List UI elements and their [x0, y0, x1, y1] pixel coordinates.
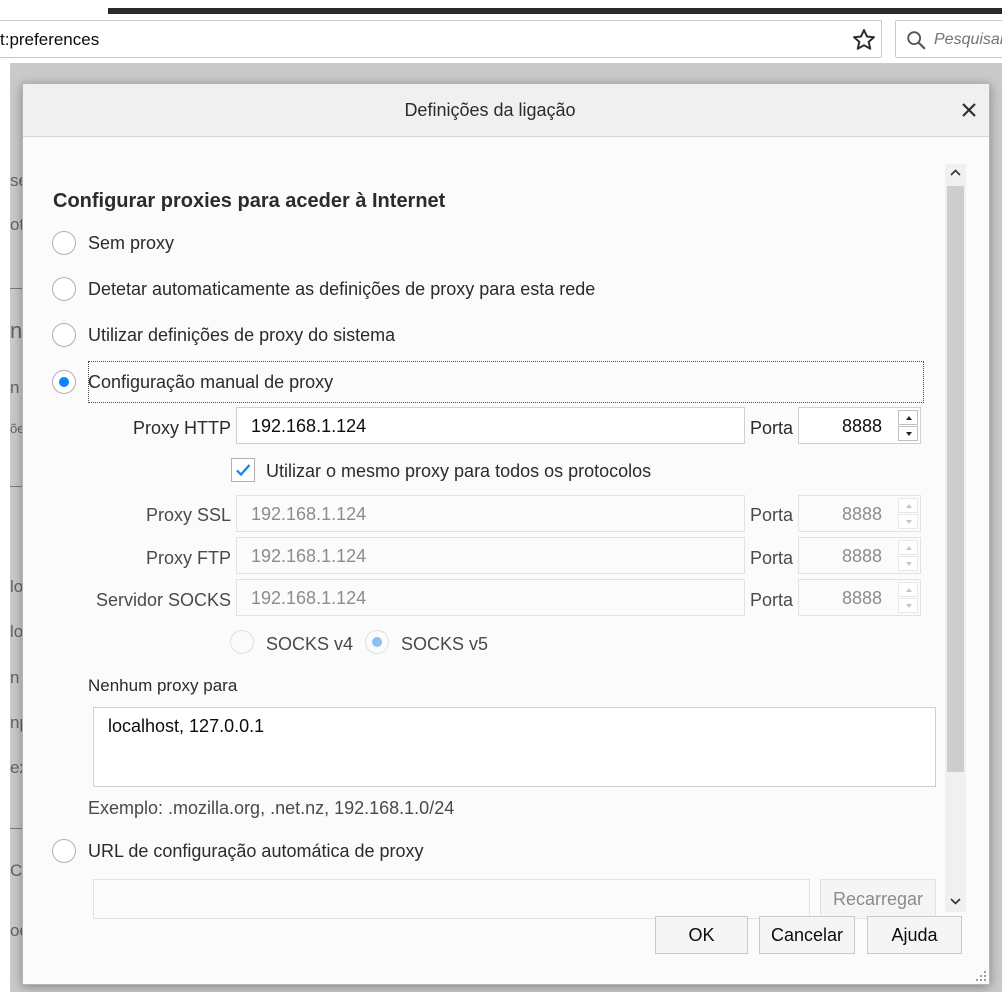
ok-button[interactable]: OK	[655, 916, 748, 954]
stepper-up-icon[interactable]	[898, 582, 918, 597]
http-port-value[interactable]: 8888	[842, 416, 882, 437]
stepper-down-icon[interactable]	[898, 598, 918, 613]
bg-text: se	[10, 171, 22, 190]
search-bar[interactable]: Pesquisar	[895, 20, 1002, 58]
scroll-down-icon[interactable]	[945, 892, 966, 910]
stepper-up-icon[interactable]	[898, 540, 918, 555]
stepper-down-icon[interactable]	[898, 426, 918, 441]
socks-host-input[interactable]: 192.168.1.124	[236, 579, 745, 616]
socks-v4-label[interactable]: SOCKS v4	[266, 634, 353, 655]
bg-text: oc	[10, 921, 22, 940]
ftp-port-stepper[interactable]	[898, 540, 918, 571]
no-proxy-radio[interactable]	[52, 231, 76, 255]
ssl-port-label: Porta	[750, 505, 794, 525]
pac-url-radio[interactable]	[52, 839, 76, 863]
search-placeholder: Pesquisar	[934, 31, 1002, 48]
bg-text: n t	[10, 668, 22, 687]
auto-detect-radio[interactable]	[52, 277, 76, 301]
ftp-proxy-label: Proxy FTP	[145, 548, 231, 568]
bg-text: ot	[10, 215, 22, 234]
url-bar[interactable]: t:preferences	[0, 20, 882, 58]
socks-host-label: Servidor SOCKS	[95, 590, 231, 610]
auto-detect-label[interactable]: Detetar automaticamente as definições de…	[88, 279, 595, 300]
pac-url-input[interactable]	[93, 879, 810, 919]
bg-text: n	[10, 378, 20, 397]
close-icon[interactable]	[959, 100, 979, 120]
help-button[interactable]: Ajuda	[867, 916, 962, 954]
tab-strip	[0, 0, 1002, 14]
http-port-input[interactable]: 8888	[798, 407, 921, 444]
dialog-title: Definições da ligação	[404, 100, 576, 120]
system-proxy-radio[interactable]	[52, 323, 76, 347]
bg-text: lo	[10, 622, 22, 641]
socks-v5-radio[interactable]	[365, 630, 389, 654]
ssl-proxy-label: Proxy SSL	[145, 505, 231, 525]
bg-text: ex	[10, 758, 22, 777]
no-proxy-label[interactable]: Sem proxy	[88, 233, 174, 254]
socks-port-label: Porta	[750, 590, 794, 610]
manual-proxy-label[interactable]: Configuração manual de proxy	[88, 372, 333, 393]
ssl-port-stepper[interactable]	[898, 498, 918, 529]
ftp-port-input[interactable]: 8888	[798, 537, 921, 574]
example-hint: Exemplo: .mozilla.org, .net.nz, 192.168.…	[88, 798, 455, 818]
http-proxy-input[interactable]: 192.168.1.124	[236, 407, 745, 444]
cancel-button[interactable]: Cancelar	[759, 916, 855, 954]
bg-text: np	[10, 713, 22, 732]
connection-settings-dialog: Definições da ligação Configurar proxies…	[22, 83, 990, 985]
http-port-stepper[interactable]	[898, 410, 918, 441]
ssl-port-input[interactable]: 8888	[798, 495, 921, 532]
ftp-proxy-input[interactable]: 192.168.1.124	[236, 537, 745, 574]
dialog-header: Definições da ligação	[23, 84, 989, 137]
url-text[interactable]: t:preferences	[0, 30, 99, 50]
no-proxy-for-textarea[interactable]: localhost, 127.0.0.1	[93, 707, 936, 787]
bg-text: C	[10, 861, 22, 880]
bg-text: ne	[10, 318, 22, 343]
http-port-label: Porta	[750, 418, 794, 438]
socks-v5-label[interactable]: SOCKS v5	[401, 634, 488, 655]
socks-port-stepper[interactable]	[898, 582, 918, 613]
tab-bar-dark	[108, 8, 1002, 14]
ssl-proxy-input[interactable]: 192.168.1.124	[236, 495, 745, 532]
ssl-port-value[interactable]: 8888	[842, 504, 882, 525]
checkmark-icon	[236, 464, 251, 477]
reload-button[interactable]: Recarregar	[820, 879, 936, 919]
manual-proxy-radio[interactable]	[52, 370, 76, 394]
scroll-up-icon[interactable]	[945, 164, 966, 182]
section-heading: Configurar proxies para aceder à Interne…	[53, 190, 446, 212]
scrollbar-thumb[interactable]	[947, 186, 964, 772]
system-proxy-label[interactable]: Utilizar definições de proxy do sistema	[88, 325, 395, 346]
socks-port-input[interactable]: 8888	[798, 579, 921, 616]
same-proxy-checkbox[interactable]	[231, 458, 255, 482]
ftp-port-value[interactable]: 8888	[842, 546, 882, 567]
stepper-up-icon[interactable]	[898, 498, 918, 513]
bookmark-star-icon[interactable]	[851, 27, 877, 53]
socks-v4-radio[interactable]	[230, 630, 254, 654]
pac-url-label[interactable]: URL de configuração automática de proxy	[88, 841, 424, 862]
stepper-up-icon[interactable]	[898, 410, 918, 425]
socks-port-value[interactable]: 8888	[842, 588, 882, 609]
ftp-port-label: Porta	[750, 548, 794, 568]
bg-text: õe	[10, 421, 22, 436]
resize-grip-icon[interactable]	[975, 970, 987, 982]
stepper-down-icon[interactable]	[898, 514, 918, 529]
bg-text: lo	[10, 577, 22, 596]
search-icon	[907, 31, 926, 50]
stepper-down-icon[interactable]	[898, 556, 918, 571]
same-proxy-label[interactable]: Utilizar o mesmo proxy para todos os pro…	[266, 461, 651, 482]
http-proxy-label: Proxy HTTP	[132, 418, 231, 438]
no-proxy-for-label: Nenhum proxy para	[88, 676, 238, 695]
